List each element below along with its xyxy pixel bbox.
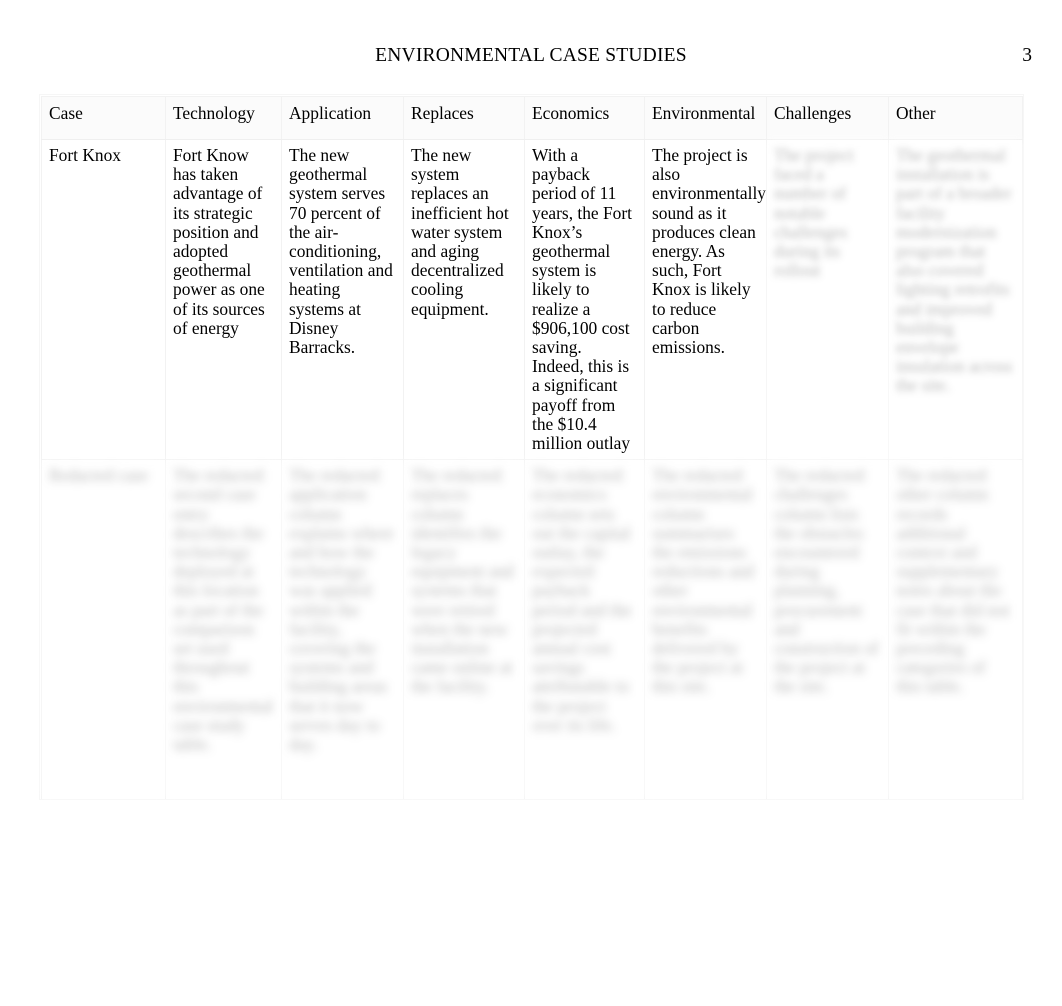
table-row: Redacted case The redacted second case e… (41, 459, 1023, 801)
column-header-application: Application (281, 96, 404, 140)
column-header-technology: Technology (165, 96, 282, 140)
cell-other: The redacted other column records additi… (888, 459, 1023, 801)
header-title: ENVIRONMENTAL CASE STUDIES (375, 45, 687, 66)
cell-economics: With a payback period of 11 years, the F… (524, 138, 645, 461)
cell-replaces: The redacted replaces column identifies … (403, 459, 525, 801)
cell-other: The geothermal installation is part of a… (888, 138, 1023, 461)
column-header-challenges: Challenges (766, 96, 889, 140)
table-header-row: Case Technology Application Replaces Eco… (41, 96, 1023, 140)
cell-technology: The redacted second case entry describes… (165, 459, 282, 801)
cell-challenges: The redacted challenges column lists the… (766, 459, 889, 801)
cell-replaces: The new system replaces an inefficient h… (403, 138, 525, 461)
cell-technology: Fort Know has taken advantage of its str… (165, 138, 282, 461)
column-header-economics: Economics (524, 96, 645, 140)
cell-application: The new geothermal system serves 70 perc… (281, 138, 404, 461)
column-header-environmental: Environmental (644, 96, 767, 140)
column-header-case: Case (41, 96, 166, 140)
document-page: ENVIRONMENTAL CASE STUDIES 3 Case Techno… (0, 0, 1062, 1006)
column-header-other: Other (888, 96, 1023, 140)
cell-economics: The redacted economics column sets out t… (524, 459, 645, 801)
page-number: 3 (1022, 45, 1032, 66)
case-studies-table-wrapper: Case Technology Application Replaces Eco… (41, 96, 1023, 801)
column-header-replaces: Replaces (403, 96, 525, 140)
table-row: Fort Knox Fort Know has taken advantage … (41, 138, 1023, 461)
cell-application: The redacted application column explains… (281, 459, 404, 801)
case-studies-table: Case Technology Application Replaces Eco… (41, 96, 1023, 801)
cell-case: Fort Knox (41, 138, 166, 461)
cell-case: Redacted case (41, 459, 166, 801)
running-header: ENVIRONMENTAL CASE STUDIES 3 (42, 42, 1032, 70)
cell-challenges: The project faced a number of notable ch… (766, 138, 889, 461)
cell-environmental: The redacted environmental column summar… (644, 459, 767, 801)
cell-environmental: The project is also environmentally soun… (644, 138, 767, 461)
